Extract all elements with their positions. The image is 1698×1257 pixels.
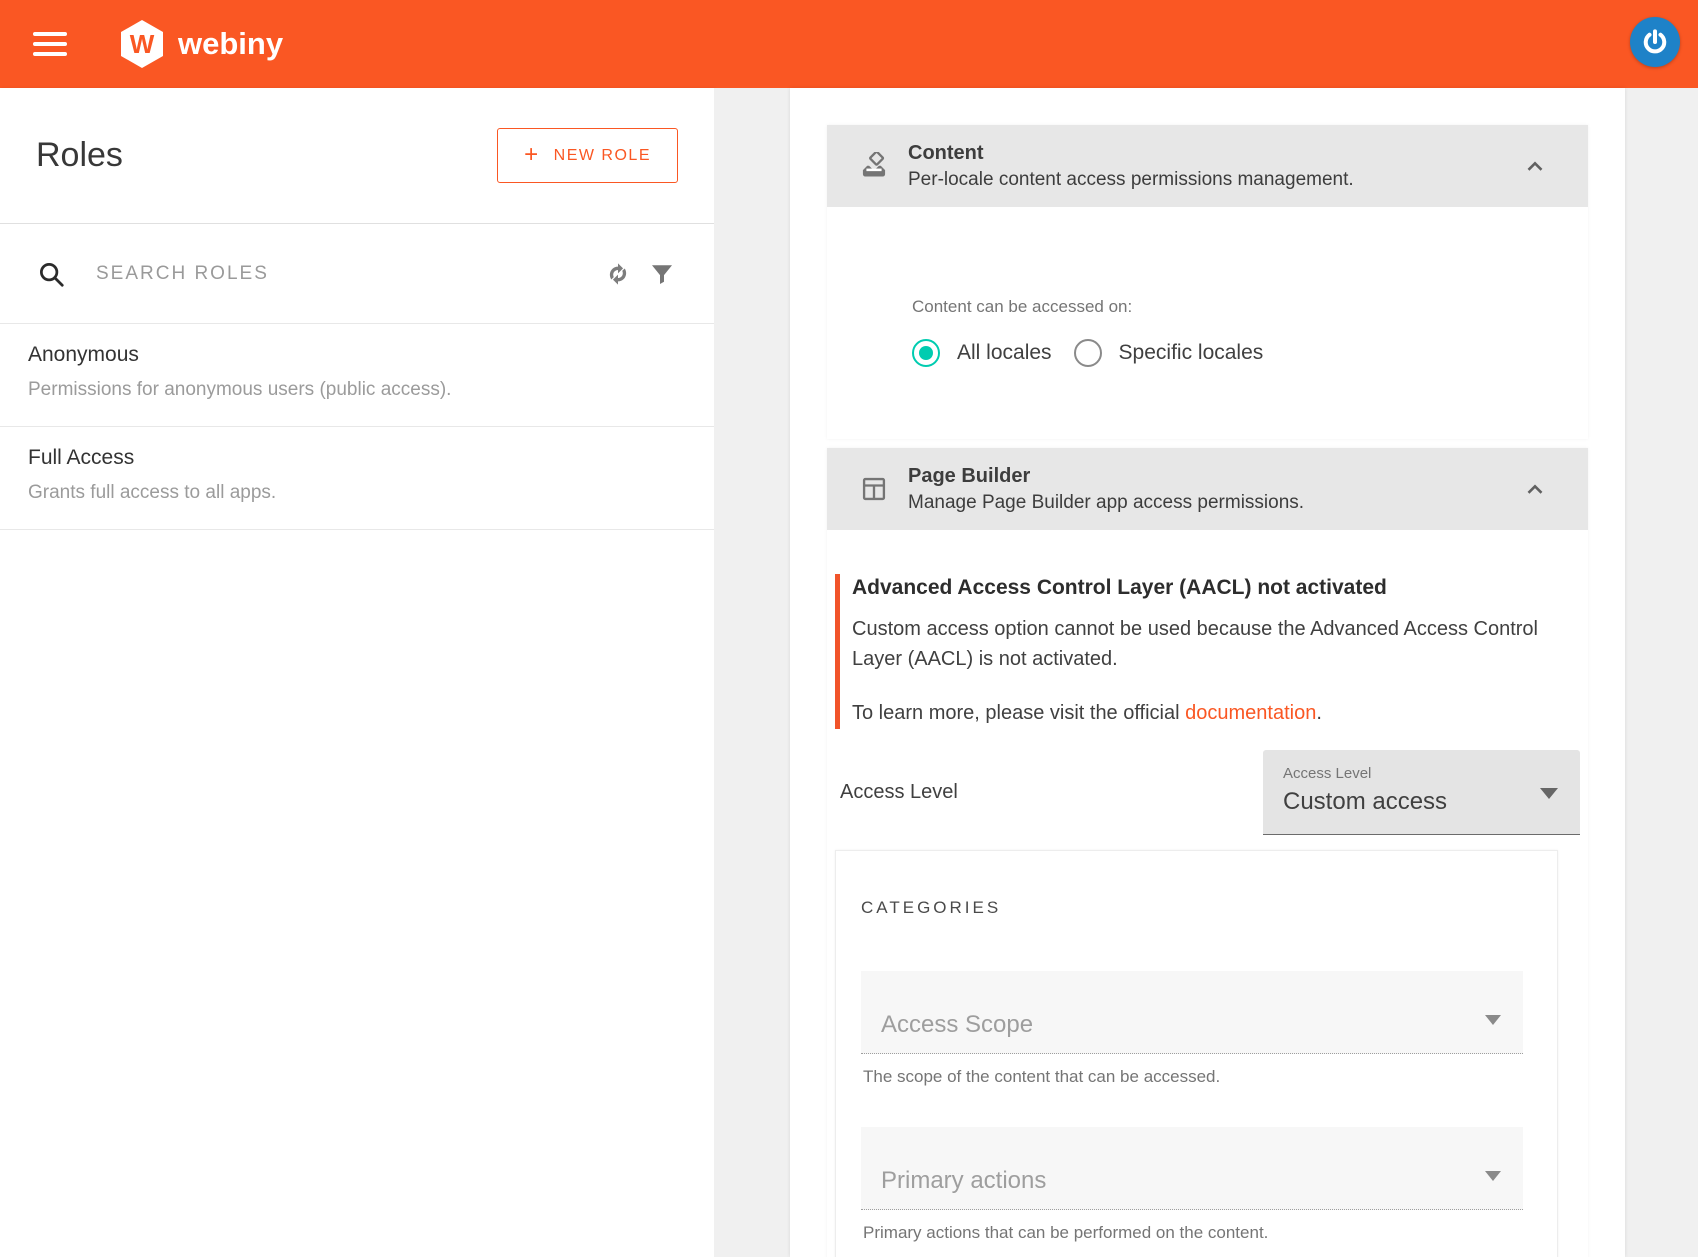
learn-more-suffix: .: [1316, 702, 1322, 724]
page-background: [1625, 88, 1698, 1257]
page-builder-section-subtitle: Manage Page Builder app access permissio…: [908, 492, 1522, 514]
primary-actions-helper-text: Primary actions that can be performed on…: [861, 1223, 1521, 1243]
filter-icon: [647, 259, 677, 289]
role-details-panel: Content Per-locale content access permis…: [790, 88, 1625, 1257]
access-scope-placeholder: Access Scope: [881, 1011, 1503, 1039]
access-level-select-value: Custom access: [1283, 788, 1560, 816]
search-roles-input[interactable]: SEARCH ROLES: [96, 263, 596, 285]
new-role-button-label: NEW ROLE: [554, 147, 651, 165]
aacl-warning-body: Custom access option cannot be used beca…: [852, 614, 1542, 674]
content-section-header[interactable]: Content Per-locale content access permis…: [827, 125, 1588, 207]
role-name: Anonymous: [28, 343, 686, 367]
page-title: Roles: [36, 136, 123, 175]
radio-specific-locales[interactable]: [1074, 339, 1102, 367]
webiny-logo: W webiny: [119, 19, 283, 69]
primary-actions-placeholder: Primary actions: [881, 1167, 1503, 1195]
access-scope-select[interactable]: Access Scope: [861, 971, 1523, 1054]
page-builder-section-title: Page Builder: [908, 465, 1522, 488]
content-section-title: Content: [908, 142, 1522, 165]
learn-more-prefix: To learn more, please visit the official: [852, 702, 1185, 724]
access-scope-helper-text: The scope of the content that can be acc…: [861, 1067, 1521, 1087]
webiny-hexagon-icon: W: [119, 19, 165, 69]
roles-list-panel: Roles + NEW ROLE SEARCH ROLES Anonymous …: [0, 88, 714, 1257]
primary-actions-select[interactable]: Primary actions: [861, 1127, 1523, 1210]
table-chart-icon: [860, 475, 888, 503]
radio-all-locales[interactable]: [912, 339, 940, 367]
content-section: Content Per-locale content access permis…: [827, 125, 1588, 439]
dropdown-arrow-icon: [1485, 1171, 1501, 1181]
user-avatar[interactable]: [1630, 17, 1680, 67]
aacl-warning-learn-more: To learn more, please visit the official…: [852, 702, 1580, 725]
top-app-bar: W webiny: [0, 0, 1698, 88]
aacl-warning: Advanced Access Control Layer (AACL) not…: [835, 574, 1580, 729]
content-section-body: Content can be accessed on: All locales …: [827, 207, 1588, 439]
page-builder-section-body: Advanced Access Control Layer (AACL) not…: [827, 530, 1588, 1257]
categories-card: CATEGORIES Access Scope The scope of the…: [835, 850, 1558, 1257]
roles-list-header: Roles + NEW ROLE: [0, 88, 714, 224]
page-builder-section: Page Builder Manage Page Builder app acc…: [827, 448, 1588, 1257]
search-bar: SEARCH ROLES: [0, 224, 714, 324]
filter-button[interactable]: [640, 252, 684, 296]
dropdown-arrow-icon: [1485, 1015, 1501, 1025]
brand-name: webiny: [178, 26, 283, 62]
refresh-icon: [602, 258, 634, 290]
panel-divider: [714, 88, 790, 1257]
ballot-content-icon: [860, 152, 888, 180]
page-builder-section-header[interactable]: Page Builder Manage Page Builder app acc…: [827, 448, 1588, 530]
locales-question-label: Content can be accessed on:: [912, 297, 1503, 317]
chevron-up-icon[interactable]: [1522, 153, 1548, 179]
refresh-button[interactable]: [596, 252, 640, 296]
content-section-subtitle: Per-locale content access permissions ma…: [908, 169, 1522, 191]
search-icon: [36, 259, 66, 289]
role-description: Permissions for anonymous users (public …: [28, 379, 686, 401]
new-role-button[interactable]: + NEW ROLE: [497, 128, 678, 183]
plus-icon: +: [524, 141, 540, 169]
access-level-select-label: Access Level: [1283, 765, 1560, 782]
access-level-select[interactable]: Access Level Custom access: [1263, 750, 1580, 835]
power-avatar-icon: [1640, 27, 1670, 57]
categories-heading: CATEGORIES: [861, 898, 1521, 918]
documentation-link[interactable]: documentation: [1185, 702, 1316, 724]
hamburger-menu-icon[interactable]: [33, 32, 67, 56]
role-list-item-full-access[interactable]: Full Access Grants full access to all ap…: [0, 427, 714, 530]
role-description: Grants full access to all apps.: [28, 482, 686, 504]
svg-text:W: W: [130, 29, 155, 59]
role-list-item-anonymous[interactable]: Anonymous Permissions for anonymous user…: [0, 324, 714, 427]
role-name: Full Access: [28, 446, 686, 470]
access-level-label: Access Level: [840, 781, 958, 804]
locales-radio-group: All locales Specific locales: [912, 339, 1503, 367]
chevron-up-icon[interactable]: [1522, 476, 1548, 502]
access-level-row: Access Level Access Level Custom access: [835, 750, 1580, 835]
aacl-warning-title: Advanced Access Control Layer (AACL) not…: [852, 576, 1580, 600]
radio-specific-locales-label[interactable]: Specific locales: [1119, 341, 1264, 365]
radio-all-locales-label[interactable]: All locales: [957, 341, 1052, 365]
dropdown-arrow-icon: [1540, 788, 1558, 799]
